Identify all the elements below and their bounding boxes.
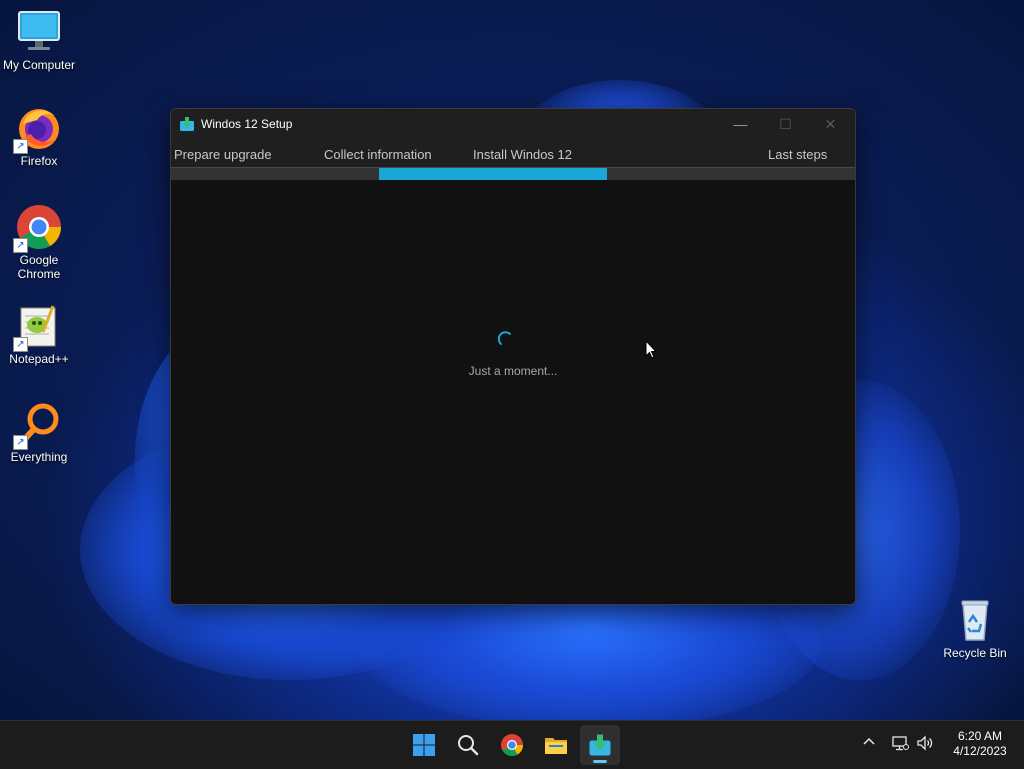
- desktop-icon-label: Everything: [10, 450, 68, 464]
- desktop-icon-google-chrome[interactable]: ↗ Google Chrome: [1, 203, 77, 281]
- shortcut-arrow-icon: ↗: [13, 238, 28, 253]
- monitor-icon: [15, 8, 63, 56]
- notepad-plus-plus-icon: ↗: [13, 302, 63, 352]
- desktop-icon-label: Notepad++: [9, 352, 69, 366]
- desktop-icon-everything[interactable]: ↗ Everything: [1, 400, 77, 464]
- step-prepare-upgrade: Prepare upgrade: [174, 147, 272, 162]
- progress-fill: [379, 168, 607, 180]
- shortcut-arrow-icon: ↗: [13, 139, 28, 154]
- start-button[interactable]: [404, 725, 444, 765]
- system-clock[interactable]: 6:20 AM 4/12/2023: [940, 729, 1020, 759]
- window-title: Windos 12 Setup: [201, 117, 293, 131]
- setup-content: Just a moment...: [171, 180, 855, 604]
- desktop-icon-recycle-bin[interactable]: Recycle Bin: [937, 596, 1013, 660]
- desktop-icon-label: My Computer: [2, 58, 76, 72]
- step-collect-information: Collect information: [324, 147, 432, 162]
- maximize-button[interactable]: ☐: [763, 109, 808, 140]
- recycle-bin-icon: [951, 596, 999, 644]
- step-last-steps: Last steps: [768, 147, 828, 162]
- start-icon: [413, 734, 435, 756]
- shortcut-arrow-icon: ↗: [13, 435, 28, 450]
- desktop-icon-label: Firefox: [20, 154, 58, 168]
- close-button[interactable]: ✕: [808, 109, 853, 140]
- clock-date: 4/12/2023: [953, 744, 1007, 758]
- desktop-icon-firefox[interactable]: ↗ Firefox: [1, 104, 77, 168]
- minimize-button[interactable]: —: [718, 109, 763, 140]
- desktop-icon-my-computer[interactable]: My Computer: [1, 8, 77, 72]
- setup-installer-icon: [589, 734, 611, 756]
- chevron-up-icon[interactable]: [861, 734, 877, 755]
- desktop: My Computer ↗ Firefox ↗ Google Chrome ↗ …: [0, 0, 1024, 720]
- shortcut-arrow-icon: ↗: [13, 337, 28, 352]
- firefox-icon: ↗: [13, 104, 63, 154]
- mouse-cursor-icon: [645, 339, 658, 365]
- search-button[interactable]: [448, 725, 488, 765]
- setup-installer-icon: [179, 116, 195, 137]
- taskbar: 6:20 AM 4/12/2023: [0, 720, 1024, 769]
- active-app-indicator: [593, 760, 607, 763]
- taskbar-chrome-button[interactable]: [492, 725, 532, 765]
- volume-icon[interactable]: [916, 734, 934, 757]
- setup-window: Windos 12 Setup — ☐ ✕ Prepare upgrade Co…: [170, 108, 856, 605]
- desktop-icon-notepad-plus-plus[interactable]: ↗ Notepad++: [1, 302, 77, 366]
- desktop-icon-label: Recycle Bin: [943, 646, 1007, 660]
- taskbar-file-explorer-button[interactable]: [536, 725, 576, 765]
- step-install-windos-12: Install Windos 12: [473, 147, 572, 162]
- desktop-icon-label: Google Chrome: [17, 253, 61, 281]
- title-bar[interactable]: Windos 12 Setup — ☐ ✕: [171, 109, 855, 140]
- file-explorer-icon: [545, 738, 567, 754]
- progress-bar: [171, 167, 855, 181]
- network-icon[interactable]: [891, 734, 909, 757]
- clock-time: 6:20 AM: [957, 729, 1003, 743]
- everything-search-icon: ↗: [13, 400, 63, 450]
- taskbar-setup-button[interactable]: [580, 725, 620, 765]
- chrome-icon: ↗: [13, 203, 63, 253]
- status-text: Just a moment...: [468, 364, 558, 378]
- search-icon: [458, 735, 479, 756]
- chrome-icon: [501, 734, 523, 756]
- loading-spinner-icon: [497, 331, 514, 347]
